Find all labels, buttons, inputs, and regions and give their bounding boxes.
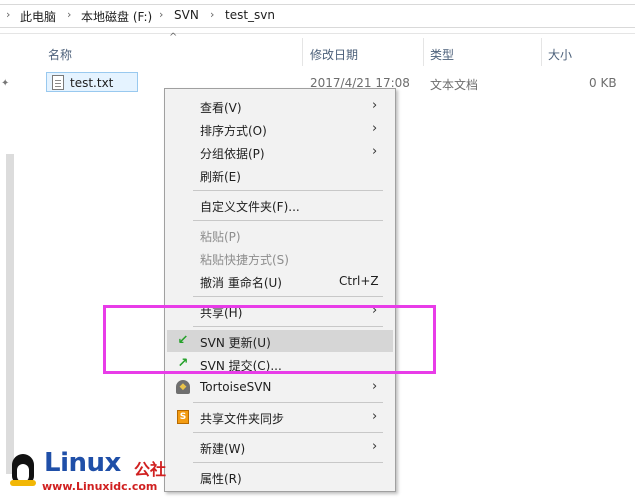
chevron-right-icon: › [372,439,378,454]
column-header-size[interactable]: 大小 [548,46,572,63]
watermark-logo: Linux 公社 www.Linuxidc.com [2,442,182,498]
menu-item-undo-rename[interactable]: 撤消 重命名(U) Ctrl+Z [167,270,393,292]
breadcrumb-separator: › [67,8,72,21]
navigation-scrollbar[interactable] [6,154,14,474]
column-header-modified[interactable]: 修改日期 [310,46,358,63]
watermark-url: www.Linuxidc.com [42,480,158,493]
breadcrumb-separator: › [210,8,215,21]
sort-ascending-icon: ^ [169,32,178,43]
menu-item-label: 粘贴(P) [200,230,241,244]
menu-separator [193,190,383,191]
watermark-brand: Linux [44,448,121,478]
shared-folder-sync-icon: S [177,410,189,424]
menu-separator [193,402,383,403]
breadcrumb-separator: › [159,8,164,21]
column-header-name[interactable]: 名称 [48,46,72,63]
menu-item-properties[interactable]: 属性(R) [167,466,393,488]
navigation-pane: ✦ [0,34,14,498]
watermark-brand-cn: 公社 [134,460,167,479]
menu-item-label: 共享文件夹同步 [200,412,285,426]
column-header-type[interactable]: 类型 [430,46,454,63]
tux-feet [10,480,36,486]
annotation-highlight-box [103,305,436,374]
column-header-row: ^ 名称 修改日期 类型 大小 [38,32,635,66]
menu-item-label: 属性(R) [200,472,242,486]
menu-item-label: 新建(W) [200,442,246,456]
menu-item-label: 分组依据(P) [200,147,265,161]
chevron-right-icon: › [372,98,378,113]
menu-separator [193,296,383,297]
menu-item-shortcut: Ctrl+Z [339,274,379,288]
menu-item-view[interactable]: 查看(V) › [167,95,393,117]
address-bar: › 此电脑 › 本地磁盘 (F:) › SVN › test_svn [0,0,635,34]
breadcrumb-separator: › [6,8,11,21]
breadcrumb-item-test-svn[interactable]: test_svn [225,8,275,22]
menu-item-paste[interactable]: 粘贴(P) [167,224,393,246]
menu-item-label: 排序方式(O) [200,124,267,138]
menu-item-label: 自定义文件夹(F)... [200,200,300,214]
menu-item-label: 撤消 重命名(U) [200,276,282,290]
breadcrumb-item-this-pc[interactable]: 此电脑 [20,8,56,25]
menu-separator [193,220,383,221]
chevron-right-icon: › [372,121,378,136]
menu-item-paste-shortcut[interactable]: 粘贴快捷方式(S) [167,247,393,269]
column-divider[interactable] [541,38,542,66]
text-file-icon [52,75,64,90]
menu-item-shared-folder-sync[interactable]: S 共享文件夹同步 › [167,406,393,428]
menu-item-customize-folder[interactable]: 自定义文件夹(F)... [167,194,393,216]
menu-item-sort-by[interactable]: 排序方式(O) › [167,118,393,140]
menu-separator [193,462,383,463]
pin-icon[interactable]: ✦ [1,78,9,89]
menu-item-refresh[interactable]: 刷新(E) [167,164,393,186]
column-divider[interactable] [423,38,424,66]
menu-item-label: TortoiseSVN [200,380,272,394]
menu-item-label: 刷新(E) [200,170,241,184]
column-divider[interactable] [302,38,303,66]
file-type: 文本文档 [430,78,479,92]
breadcrumb-item-svn[interactable]: SVN [174,8,199,22]
context-menu: 查看(V) › 排序方式(O) › 分组依据(P) › 刷新(E) 自定义文件夹… [164,88,396,492]
breadcrumb-item-local-disk[interactable]: 本地磁盘 (F:) [81,8,152,25]
file-size: 0 KB [589,76,617,90]
menu-item-label: 粘贴快捷方式(S) [200,253,289,267]
menu-item-label: 查看(V) [200,101,242,115]
menu-item-group-by[interactable]: 分组依据(P) › [167,141,393,163]
menu-item-tortoisesvn[interactable]: ◆ TortoiseSVN › [167,376,393,398]
chevron-right-icon: › [372,409,378,424]
file-name[interactable]: test.txt [70,76,113,90]
tortoisesvn-icon: ◆ [176,380,190,394]
chevron-right-icon: › [372,379,378,394]
menu-item-new[interactable]: 新建(W) › [167,436,393,458]
menu-separator [193,432,383,433]
chevron-right-icon: › [372,144,378,159]
